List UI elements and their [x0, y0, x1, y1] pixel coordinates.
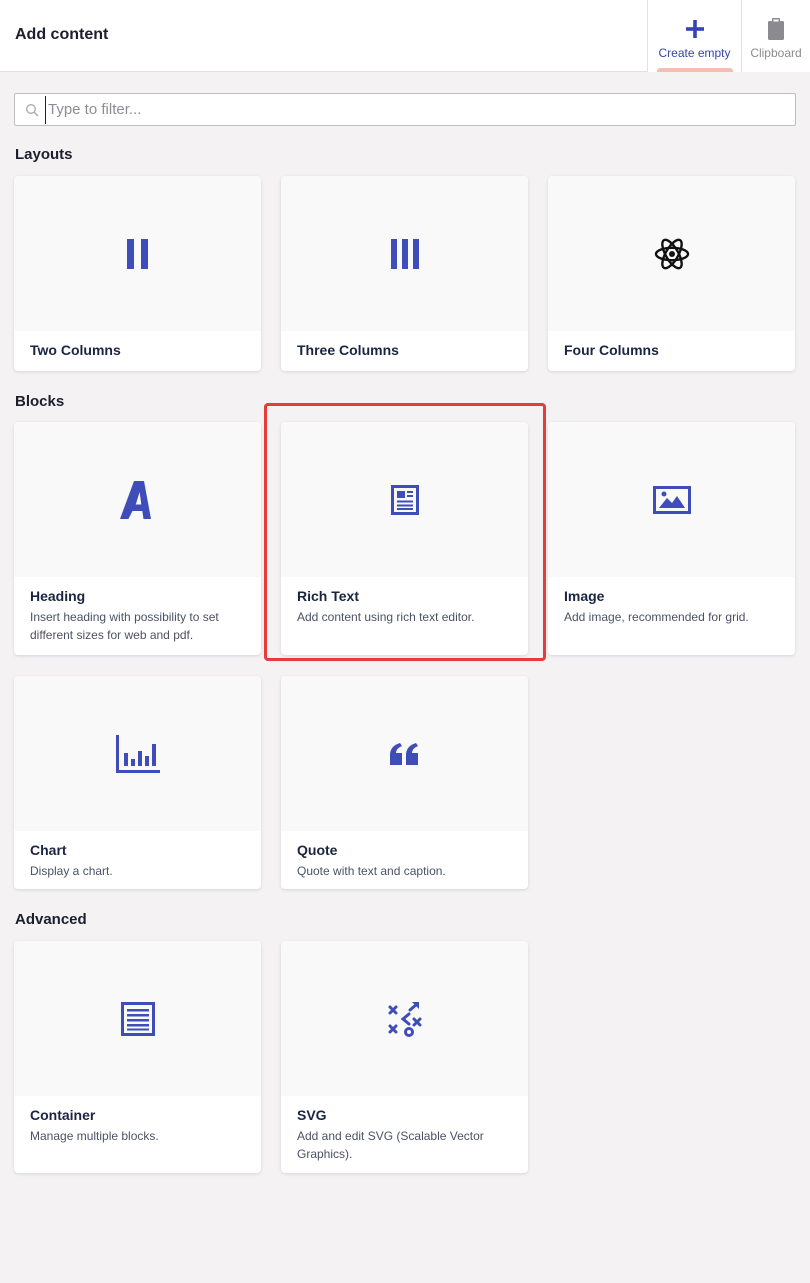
chart-icon — [115, 734, 160, 773]
card-preview — [14, 422, 261, 577]
filter-input[interactable] — [45, 95, 785, 124]
clipboard-icon — [768, 18, 784, 40]
card-name: Three Columns — [297, 342, 399, 358]
filter-box — [14, 93, 796, 126]
card-preview — [281, 176, 528, 331]
card-name: Rich Text — [297, 588, 359, 604]
card-description: Insert heading with possibility to set d… — [30, 610, 219, 642]
card-three-columns[interactable]: Three Columns — [281, 176, 528, 371]
card-description: Quote with text and caption. — [297, 864, 446, 878]
section-title-blocks: Blocks — [15, 393, 65, 410]
card-description: Add and edit SVG (Scalable Vector Graphi… — [297, 1129, 484, 1161]
card-preview — [548, 422, 795, 577]
card-preview — [281, 422, 528, 577]
card-quote[interactable]: Quote Quote with text and caption. — [281, 676, 528, 889]
card-chart[interactable]: Chart Display a chart. — [14, 676, 261, 889]
card-name: Two Columns — [30, 342, 121, 358]
active-tab-indicator — [657, 68, 733, 72]
plus-icon — [685, 18, 704, 40]
card-body: Container Manage multiple blocks. — [14, 1096, 261, 1145]
quote-icon — [389, 742, 418, 765]
card-body: Two Columns — [14, 331, 261, 358]
card-heading[interactable]: Heading Insert heading with possibility … — [14, 422, 261, 655]
card-preview — [14, 941, 261, 1096]
section-title-advanced: Advanced — [15, 911, 87, 928]
card-svg[interactable]: SVG Add and edit SVG (Scalable Vector Gr… — [281, 941, 528, 1173]
container-icon — [120, 1001, 155, 1036]
card-two-columns[interactable]: Two Columns — [14, 176, 261, 371]
tab-clipboard-label: Clipboard — [750, 46, 802, 60]
card-rich-text[interactable]: Rich Text Add content using rich text ed… — [281, 422, 528, 655]
card-body: SVG Add and edit SVG (Scalable Vector Gr… — [281, 1096, 528, 1163]
heading-icon — [119, 480, 151, 519]
card-preview — [14, 176, 261, 331]
tab-create-empty-label: Create empty — [658, 46, 731, 60]
section-title-layouts: Layouts — [15, 146, 73, 163]
svg-icon — [388, 1001, 421, 1037]
card-body: Quote Quote with text and caption. — [281, 831, 528, 880]
dialog-title: Add content — [15, 26, 109, 43]
card-description: Add image, recommended for grid. — [564, 610, 749, 624]
card-name: Four Columns — [564, 342, 659, 358]
card-name: Heading — [30, 588, 86, 604]
three-columns-icon — [390, 238, 419, 269]
card-name: Quote — [297, 842, 338, 858]
card-body: Four Columns — [548, 331, 795, 358]
card-preview — [548, 176, 795, 331]
card-image[interactable]: Image Add image, recommended for grid. — [548, 422, 795, 655]
card-description: Add content using rich text editor. — [297, 610, 475, 624]
dialog-header: Add content Create empty Clipboard — [0, 0, 810, 72]
card-name: Chart — [30, 842, 67, 858]
tab-clipboard[interactable]: Clipboard — [741, 0, 810, 72]
card-container[interactable]: Container Manage multiple blocks. — [14, 941, 261, 1173]
card-name: SVG — [297, 1107, 327, 1123]
search-icon — [26, 103, 39, 116]
card-name: Container — [30, 1107, 96, 1123]
atom-icon — [654, 238, 689, 269]
card-preview — [281, 941, 528, 1096]
card-body: Three Columns — [281, 331, 528, 358]
rich-text-icon — [390, 484, 419, 515]
card-name: Image — [564, 588, 605, 604]
card-preview — [281, 676, 528, 831]
card-body: Chart Display a chart. — [14, 831, 261, 880]
card-body: Rich Text Add content using rich text ed… — [281, 577, 528, 626]
card-preview — [14, 676, 261, 831]
two-columns-icon — [126, 238, 148, 269]
card-body: Image Add image, recommended for grid. — [548, 577, 795, 626]
card-description: Manage multiple blocks. — [30, 1129, 159, 1143]
card-four-columns[interactable]: Four Columns — [548, 176, 795, 371]
tab-create-empty[interactable]: Create empty — [647, 0, 741, 72]
card-body: Heading Insert heading with possibility … — [14, 577, 261, 644]
card-description: Display a chart. — [30, 864, 113, 878]
image-icon — [652, 485, 691, 514]
